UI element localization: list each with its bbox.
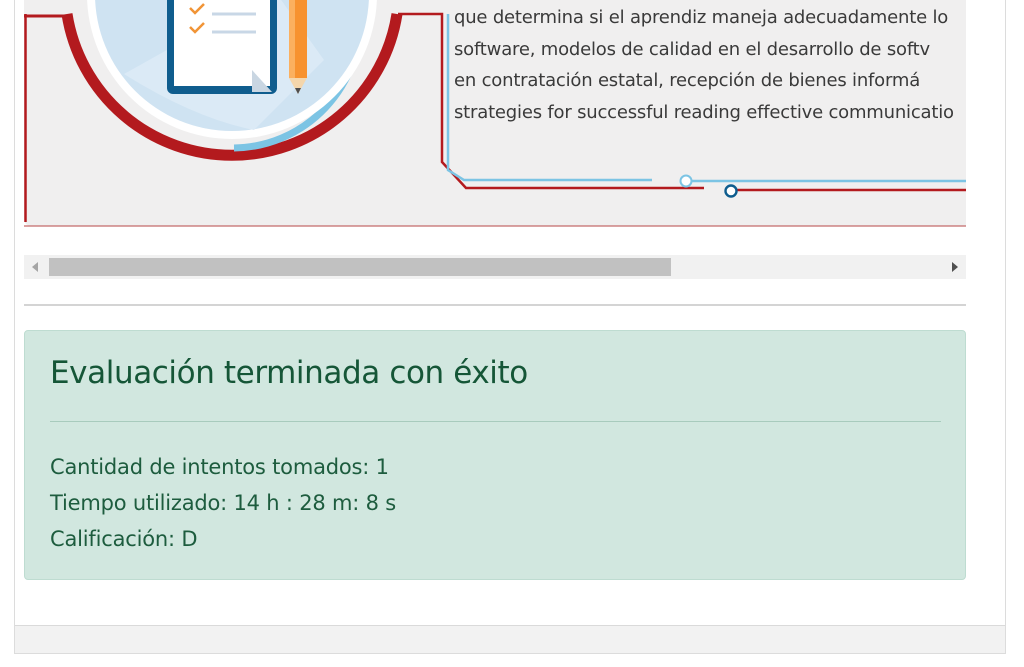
grade: Calificación: D [50, 527, 198, 551]
course-banner: que determina si el aprendiz maneja adec… [24, 0, 966, 228]
time-used: Tiempo utilizado: 14 h : 28 m: 8 s [50, 491, 397, 515]
alert-divider [50, 421, 941, 422]
clipboard-checklist-icon [167, 0, 277, 94]
result-details: Cantidad de intentos tomados: 1 Tiempo u… [50, 449, 396, 557]
evaluation-success-alert: Evaluación terminada con éxito Cantidad … [24, 330, 966, 580]
description-line: en contratación estatal, recepción de bi… [454, 70, 921, 91]
scroll-left-arrow-icon[interactable] [32, 262, 38, 272]
scrollbar-thumb[interactable] [49, 258, 671, 276]
description-line: software, modelos de calidad en el desar… [454, 38, 930, 60]
description-line: que determina si el aprendiz maneja adec… [454, 7, 949, 28]
description-line: strategies for successful reading effect… [454, 101, 954, 123]
card-footer [15, 625, 1005, 653]
course-description: que determina si el aprendiz maneja adec… [454, 2, 966, 128]
horizontal-scrollbar[interactable] [24, 255, 966, 279]
scroll-right-arrow-icon[interactable] [952, 262, 958, 272]
alert-heading: Evaluación terminada con éxito [50, 355, 528, 391]
attempts-count: Cantidad de intentos tomados: 1 [50, 455, 389, 479]
pencil-icon [289, 0, 307, 94]
section-divider [24, 304, 966, 306]
